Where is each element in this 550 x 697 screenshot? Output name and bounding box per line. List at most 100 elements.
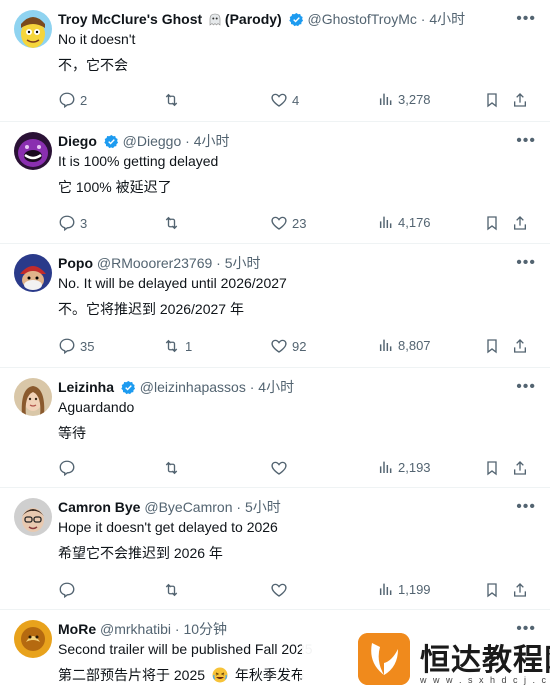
bookmark-button[interactable] [484, 581, 500, 599]
more-icon[interactable]: ••• [516, 498, 536, 516]
handle[interactable]: @Dieggo [123, 133, 182, 149]
views-icon [379, 461, 392, 473]
avatar[interactable] [14, 10, 52, 48]
display-name[interactable]: Popo [58, 255, 93, 271]
laughing-emoji [212, 667, 228, 687]
retweet-icon [165, 583, 178, 597]
reply-button[interactable]: 35 [58, 337, 94, 355]
avatar[interactable] [14, 254, 52, 292]
tweet[interactable]: Popo @RMooorer23769 · 5小时 ••• No. It wil… [0, 244, 550, 368]
reply-count: 2 [80, 92, 88, 108]
heart-icon [271, 93, 287, 107]
retweet-button[interactable] [162, 581, 185, 599]
like-button[interactable]: 23 [270, 214, 306, 232]
tweet-text: Hope it doesn't get delayed to 2026 [58, 519, 278, 535]
action-bar: 2 4 3,278 [58, 91, 536, 111]
like-button[interactable] [270, 459, 292, 477]
handle[interactable]: @RMooorer23769 [97, 255, 212, 271]
share-button[interactable] [512, 337, 528, 355]
retweet-button[interactable] [162, 459, 185, 477]
like-count: 23 [292, 215, 307, 231]
like-button[interactable]: 4 [270, 91, 299, 109]
tweet-text: No. It will be delayed until 2026/2027 [58, 275, 287, 291]
like-button[interactable]: 92 [270, 337, 306, 355]
action-bar: 2,193 [58, 459, 536, 479]
retweet-icon [165, 216, 178, 230]
reply-button[interactable]: 3 [58, 214, 87, 232]
reply-icon [59, 92, 75, 109]
bookmark-button[interactable] [484, 91, 500, 109]
tweet-translation: 它 100% 被延迟了 [58, 179, 172, 195]
reply-button[interactable]: 2 [58, 91, 87, 109]
reply-button[interactable] [58, 459, 80, 477]
bookmark-button[interactable] [484, 214, 500, 232]
share-button[interactable] [512, 581, 528, 599]
handle[interactable]: @GhostofTroyMc [308, 11, 417, 27]
tweet-header: Troy McClure's Ghost (Parody) @GhostofTr… [58, 10, 510, 28]
avatar[interactable] [14, 378, 52, 416]
reply-icon [59, 338, 75, 355]
timestamp[interactable]: 4小时 [194, 133, 230, 149]
views-icon [379, 93, 392, 105]
heart-icon [271, 583, 287, 597]
retweet-button[interactable]: 1 [162, 337, 192, 355]
display-name[interactable]: Troy McClure's Ghost [58, 11, 202, 27]
retweet-button[interactable] [162, 214, 185, 232]
share-icon [514, 339, 526, 353]
bookmark-button[interactable] [484, 337, 500, 355]
tweet-header: Popo @RMooorer23769 · 5小时 [58, 254, 510, 272]
reply-icon [59, 582, 75, 599]
verified-badge-icon [121, 380, 136, 396]
timestamp[interactable]: 4小时 [429, 11, 465, 27]
display-name[interactable]: Diego [58, 133, 97, 149]
tweet[interactable]: Troy McClure's Ghost (Parody) @GhostofTr… [0, 0, 550, 122]
verified-badge-icon [104, 134, 119, 150]
handle[interactable]: @leizinhapassos [140, 379, 246, 395]
more-icon[interactable]: ••• [516, 378, 536, 396]
views-button[interactable]: 2,193 [378, 459, 431, 475]
reply-icon [59, 460, 75, 477]
avatar[interactable] [14, 620, 52, 658]
tweet[interactable]: Camron Bye @ByeCamron · 5小时 ••• Hope it … [0, 488, 550, 610]
retweet-icon [165, 93, 178, 107]
more-icon[interactable]: ••• [516, 254, 536, 272]
display-name[interactable]: MoRe [58, 621, 96, 637]
reply-count: 3 [80, 215, 88, 231]
bookmark-button[interactable] [484, 459, 500, 477]
ghost-emoji [209, 12, 221, 28]
bookmark-icon [487, 339, 497, 354]
tweet[interactable]: Leizinha @leizinhapassos · 4小时 ••• Aguar… [0, 368, 550, 488]
timestamp[interactable]: 4小时 [258, 379, 294, 395]
display-name[interactable]: Camron Bye [58, 499, 140, 515]
timestamp[interactable]: 10分钟 [183, 621, 227, 637]
separator-dot: · [185, 133, 190, 149]
share-icon [514, 216, 526, 230]
separator-dot: · [216, 255, 221, 271]
timestamp[interactable]: 5小时 [225, 255, 261, 271]
views-button[interactable]: 8,807 [378, 337, 431, 353]
like-button[interactable] [270, 581, 292, 599]
translation-part: 年秋季发布 [234, 667, 305, 683]
views-button[interactable]: 3,278 [378, 91, 431, 107]
display-name[interactable]: Leizinha [58, 379, 114, 395]
tweet-translation: 第二部预告片将于 2025 年秋季发布 [58, 666, 305, 687]
more-icon[interactable]: ••• [516, 10, 536, 28]
views-button[interactable]: 4,176 [378, 214, 431, 230]
watermark-title: 恒达教程网 [420, 643, 550, 678]
tweet[interactable]: Diego @Dieggo · 4小时 ••• It is 100% getti… [0, 122, 550, 244]
handle[interactable]: @ByeCamron [144, 499, 232, 515]
share-button[interactable] [512, 459, 528, 477]
reply-button[interactable] [58, 581, 80, 599]
handle[interactable]: @mrkhatibi [100, 621, 171, 637]
timestamp[interactable]: 5小时 [245, 499, 281, 515]
share-icon [514, 93, 526, 107]
avatar[interactable] [14, 498, 52, 536]
retweet-icon [165, 461, 178, 475]
share-button[interactable] [512, 214, 528, 232]
views-button[interactable]: 1,199 [378, 581, 431, 597]
share-button[interactable] [512, 91, 528, 109]
bookmark-icon [487, 216, 497, 231]
more-icon[interactable]: ••• [516, 132, 536, 150]
retweet-button[interactable] [162, 91, 185, 109]
avatar[interactable] [14, 132, 52, 170]
